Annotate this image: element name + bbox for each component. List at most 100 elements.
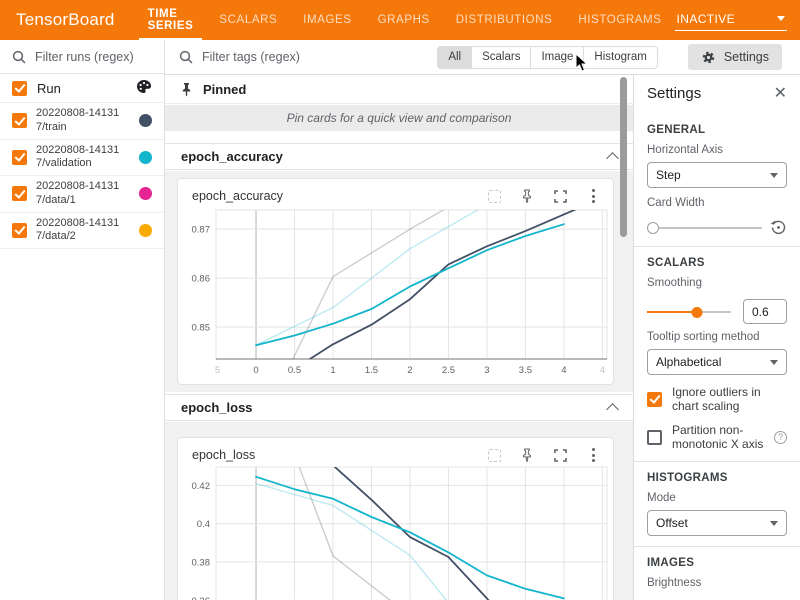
data-selection-icon[interactable]	[486, 188, 502, 204]
gear-icon	[701, 50, 716, 65]
more-options-icon[interactable]	[585, 447, 601, 463]
svg-text:2.5: 2.5	[442, 365, 455, 376]
run-row-train[interactable]: 20220808-141317/train	[0, 103, 164, 140]
reload-status-value: INACTIVE	[677, 12, 736, 26]
run-checkbox-data-2[interactable]	[12, 223, 27, 238]
tab-distributions[interactable]: DISTRIBUTIONS	[443, 0, 566, 40]
app-title: TensorBoard	[0, 10, 135, 30]
tooltip-sorting-select[interactable]: Alphabetical	[647, 349, 787, 375]
svg-text:3.5: 3.5	[519, 365, 532, 376]
histogram-mode-value: Offset	[656, 516, 688, 530]
reset-icon[interactable]	[770, 219, 787, 236]
images-heading: IMAGES	[647, 557, 787, 569]
svg-text:0: 0	[253, 365, 258, 376]
help-icon[interactable]: ?	[774, 431, 787, 444]
settings-panel-title: Settings	[647, 85, 701, 102]
settings-panel: Settings ✕ GENERAL Horizontal Axis Step …	[633, 75, 800, 600]
histogram-mode-select[interactable]: Offset	[647, 510, 787, 536]
palette-icon[interactable]	[136, 79, 152, 97]
svg-text:0.4: 0.4	[197, 519, 210, 530]
scalar-card-epoch-loss: epoch_loss 0.420.40.380.36	[177, 437, 614, 600]
section-header-epoch-accuracy[interactable]: epoch_accuracy	[165, 143, 633, 170]
svg-text:0.42: 0.42	[192, 481, 211, 492]
search-icon	[12, 50, 26, 64]
collapse-chevron-icon[interactable]	[606, 403, 619, 416]
collapse-chevron-icon[interactable]	[606, 152, 619, 165]
svg-text:4: 4	[600, 365, 605, 376]
run-name-train: 20220808-141317/train	[36, 107, 126, 135]
svg-text:0.38: 0.38	[192, 558, 211, 569]
run-checkbox-train[interactable]	[12, 113, 27, 128]
svg-text:4: 4	[561, 365, 566, 376]
partition-x-axis-checkbox[interactable]	[647, 430, 662, 445]
run-row-validation[interactable]: 20220808-141317/validation	[0, 140, 164, 177]
filter-histogram-button[interactable]: Histogram	[584, 46, 657, 69]
run-color-dot-data-2[interactable]	[139, 224, 152, 237]
tags-toolbar: Filter tags (regex) All Scalars Image Hi…	[165, 40, 800, 75]
epoch-loss-chart[interactable]: 0.420.40.380.36	[178, 465, 615, 600]
tab-graphs[interactable]: GRAPHS	[365, 0, 443, 40]
section-title: epoch_accuracy	[181, 149, 283, 164]
main-scrollbar[interactable]	[620, 77, 627, 237]
chevron-down-icon	[777, 16, 785, 21]
settings-button[interactable]: Settings	[688, 44, 782, 70]
tag-type-filter-group: All Scalars Image Histogram	[437, 46, 658, 69]
pin-card-icon[interactable]	[519, 188, 535, 204]
pin-card-icon[interactable]	[519, 447, 535, 463]
filter-scalars-button[interactable]: Scalars	[472, 46, 531, 69]
smoothing-label: Smoothing	[647, 277, 787, 289]
general-heading: GENERAL	[647, 124, 787, 136]
run-row-data-2[interactable]: 20220808-141317/data/2	[0, 213, 164, 250]
more-options-icon[interactable]	[585, 188, 601, 204]
svg-text:5: 5	[215, 365, 220, 376]
chevron-down-icon	[770, 360, 778, 365]
chevron-down-icon	[770, 173, 778, 178]
svg-text:0.87: 0.87	[192, 225, 211, 236]
section-title: epoch_loss	[181, 400, 253, 415]
fullscreen-icon[interactable]	[552, 447, 568, 463]
filter-all-button[interactable]: All	[437, 46, 472, 69]
fullscreen-icon[interactable]	[552, 188, 568, 204]
tooltip-sorting-value: Alphabetical	[656, 355, 721, 369]
histograms-heading: HISTOGRAMS	[647, 472, 787, 484]
tab-histograms[interactable]: HISTOGRAMS	[565, 0, 674, 40]
histogram-mode-label: Mode	[647, 492, 787, 504]
run-checkbox-data-1[interactable]	[12, 186, 27, 201]
data-selection-icon[interactable]	[486, 447, 502, 463]
horizontal-axis-label: Horizontal Axis	[647, 144, 787, 156]
tab-scalars[interactable]: SCALARS	[206, 0, 290, 40]
filter-runs-input[interactable]: Filter runs (regex)	[0, 40, 164, 74]
svg-text:0.5: 0.5	[288, 365, 301, 376]
smoothing-slider[interactable]	[647, 306, 731, 318]
run-color-dot-data-1[interactable]	[139, 187, 152, 200]
ignore-outliers-checkbox[interactable]	[647, 392, 662, 407]
svg-text:0.86: 0.86	[192, 274, 211, 285]
pin-icon	[180, 82, 193, 97]
cards-area: Pinned Pin cards for a quick view and co…	[165, 75, 633, 600]
run-checkbox-validation[interactable]	[12, 150, 27, 165]
close-icon[interactable]: ✕	[774, 86, 787, 102]
reload-status-select[interactable]: INACTIVE	[675, 10, 787, 31]
filter-tags-placeholder: Filter tags (regex)	[202, 50, 300, 64]
pinned-label: Pinned	[203, 82, 246, 97]
run-name-data-1: 20220808-141317/data/1	[36, 180, 126, 208]
filter-runs-placeholder: Filter runs (regex)	[35, 50, 134, 64]
run-row-data-1[interactable]: 20220808-141317/data/1	[0, 176, 164, 213]
scalar-card-epoch-accuracy: epoch_accuracy 0.850.860.87500.511.522.5…	[177, 178, 614, 385]
tab-time-series[interactable]: TIME SERIES	[135, 0, 207, 40]
horizontal-axis-select[interactable]: Step	[647, 162, 787, 188]
tooltip-sorting-label: Tooltip sorting method	[647, 331, 787, 343]
card-width-slider[interactable]	[647, 222, 762, 234]
filter-image-button[interactable]: Image	[531, 46, 584, 69]
select-all-runs-checkbox[interactable]	[12, 81, 27, 96]
brightness-label: Brightness	[647, 577, 787, 589]
smoothing-value-input[interactable]: 0.6	[743, 299, 787, 324]
epoch-accuracy-chart[interactable]: 0.850.860.87500.511.522.533.544	[178, 206, 615, 378]
run-color-dot-train[interactable]	[139, 114, 152, 127]
tab-images[interactable]: IMAGES	[290, 0, 364, 40]
section-header-epoch-loss[interactable]: epoch_loss	[165, 394, 633, 421]
filter-tags-input[interactable]: Filter tags (regex)	[165, 50, 437, 64]
svg-text:1: 1	[330, 365, 335, 376]
pinned-section-header: Pinned	[165, 75, 633, 104]
run-color-dot-validation[interactable]	[139, 151, 152, 164]
